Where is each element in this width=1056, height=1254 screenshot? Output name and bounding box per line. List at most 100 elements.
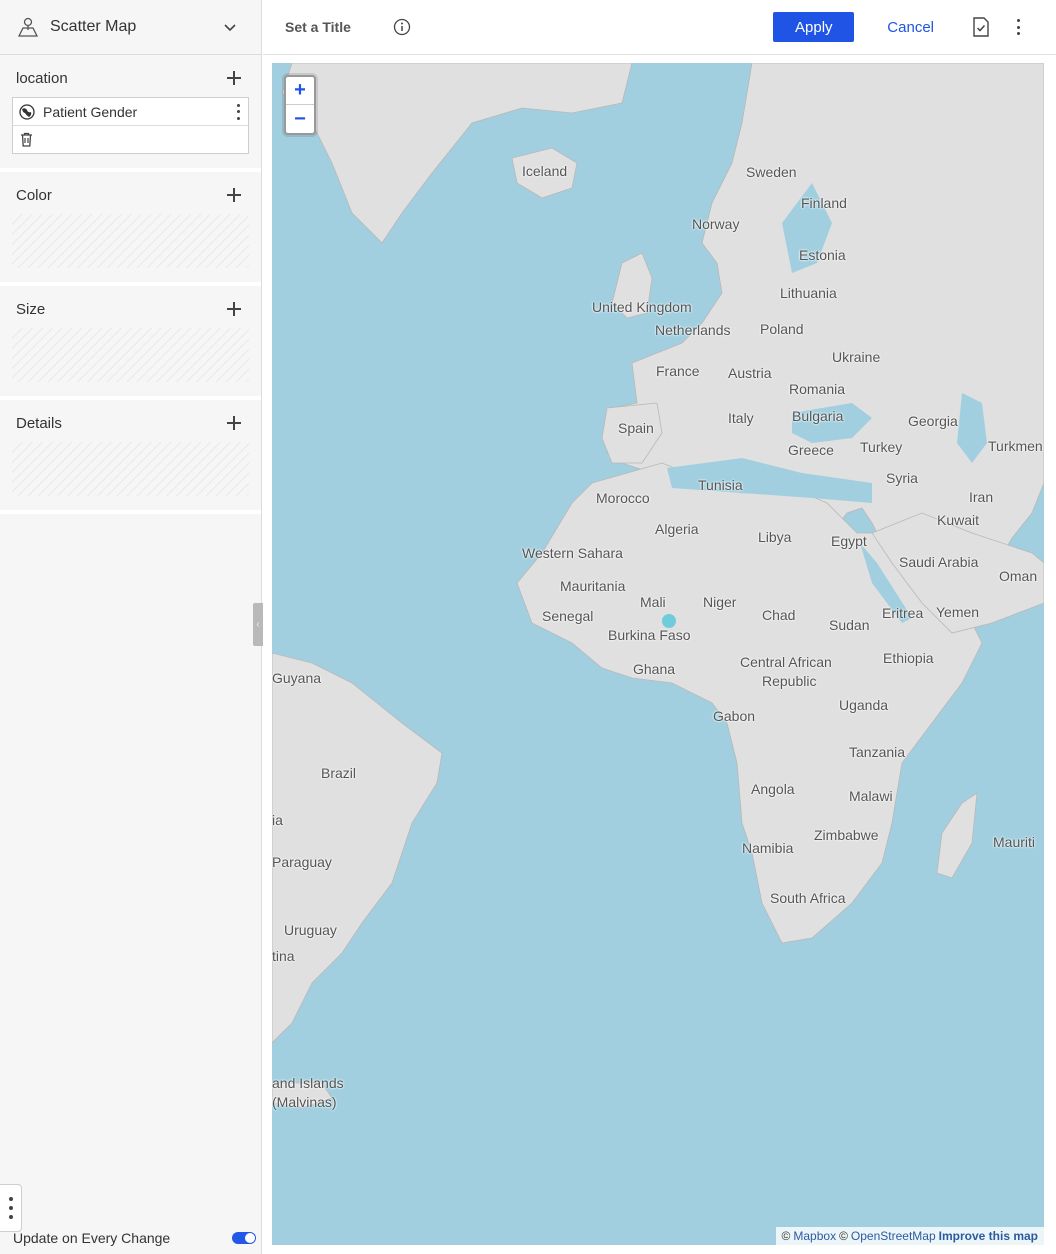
trash-icon[interactable] [20,132,33,147]
map-label: Eritrea [882,605,924,621]
map-label: Poland [760,321,804,337]
map-label: tina [272,948,295,964]
zoom-control: + − [284,75,316,135]
scatter-map[interactable]: + − Iceland Sweden Finland Norway Estoni… [272,63,1044,1245]
map-label: Austria [728,365,772,381]
map-label: Mauritania [560,578,626,594]
zoom-out-button[interactable]: − [286,105,314,133]
map-label: Sudan [829,617,870,633]
map-label: ia [272,812,283,828]
map-label: Tunisia [698,477,743,493]
globe-icon [19,103,35,120]
apply-button[interactable]: Apply [773,12,855,42]
map-label: Malawi [849,788,893,804]
map-pin-icon [17,17,39,37]
map-label: Libya [758,529,792,545]
add-color-icon[interactable] [227,188,241,202]
osm-link[interactable]: OpenStreetMap [851,1229,936,1243]
map-label: Estonia [799,247,846,263]
collapse-sidebar-icon[interactable]: ‹ [253,603,263,646]
viz-type-label: Scatter Map [50,18,137,35]
map-label: Romania [789,381,846,397]
map-label: Turkey [860,439,903,455]
remove-field-row [13,126,248,153]
map-label: Senegal [542,608,594,624]
location-field-label: Patient Gender [43,103,138,120]
copyright-symbol: © [839,1229,848,1243]
map-label: Uruguay [284,922,337,938]
map-label: Gabon [713,708,756,724]
map-label: Bulgaria [792,408,844,424]
map-label: Guyana [272,670,322,686]
color-panel: Color [0,172,261,286]
app-root: Scatter Map location Patient Gender Colo… [0,0,1056,1254]
add-size-icon[interactable] [227,302,241,316]
map-label: Angola [751,781,795,797]
drag-handle-icon[interactable] [0,1184,22,1232]
mapbox-link[interactable]: Mapbox [793,1229,836,1243]
size-panel-title: Size [16,300,46,318]
map-label: Lithuania [780,285,837,301]
update-on-change-toggle[interactable] [232,1232,256,1244]
viz-type-picker[interactable]: Scatter Map [0,0,261,55]
more-options-icon[interactable] [1016,19,1020,35]
map-label: Western Sahara [522,545,623,561]
map-label: Ghana [633,661,676,677]
map-label: Norway [692,216,740,232]
map-label: Georgia [908,413,958,429]
update-on-change-row: Update on Every Change [13,1228,256,1248]
map-label: Syria [886,470,918,486]
map-label: Kuwait [937,512,980,528]
map-label: Uganda [839,697,889,713]
add-location-icon[interactable] [227,71,241,85]
add-details-icon[interactable] [227,416,241,430]
zoom-in-button[interactable]: + [286,77,314,105]
map-label: Brazil [321,765,357,781]
details-panel-title: Details [16,414,62,432]
location-field-pill[interactable]: Patient Gender [13,98,248,126]
map-label: United Kingdom [592,299,692,315]
cancel-button[interactable]: Cancel [887,19,934,36]
color-dropzone[interactable] [12,214,249,268]
improve-map-link[interactable]: Improve this map [939,1229,1038,1243]
info-icon[interactable] [393,18,411,36]
map-label: Iceland [522,163,568,179]
map-label: Tanzania [849,744,906,760]
map-attribution: © Mapbox © OpenStreetMap Improve this ma… [775,1227,1044,1245]
map-label: Republic [762,673,817,689]
map-label: Paraguay [272,854,332,870]
map-label: Saudi Arabia [899,554,979,570]
map-label: Namibia [742,840,794,856]
size-dropzone[interactable] [12,328,249,382]
map-label: Iran [969,489,994,505]
field-menu-icon[interactable] [236,103,240,120]
chart-title-input[interactable]: Set a Title [285,19,351,35]
map-label: France [656,363,700,379]
map-label: Algeria [655,521,699,537]
save-file-icon[interactable] [972,17,990,37]
location-panel: location Patient Gender [0,55,261,172]
map-label: Morocco [596,490,650,506]
scatter-point[interactable] [662,614,676,628]
copyright-symbol: © [781,1229,791,1243]
map-label: Zimbabwe [814,827,879,843]
map-label: Netherlands [655,322,731,338]
color-panel-title: Color [16,186,52,204]
map-label: Central African [740,654,832,670]
map-label: Oman [999,568,1038,584]
map-label: Ukraine [832,349,881,365]
map-label: Turkmen [988,438,1043,454]
map-label: Finland [801,195,847,211]
details-dropzone[interactable] [12,442,249,496]
map-label: South Africa [770,890,846,906]
config-sidebar: Scatter Map location Patient Gender Colo… [0,0,262,1254]
map-label: and Islands [272,1075,344,1091]
chevron-down-icon [224,24,236,32]
map-label: Mauriti [993,834,1036,850]
map-label: Spain [618,420,654,436]
map-label: Yemen [936,604,980,620]
map-label: Mali [640,594,666,610]
map-label: (Malvinas) [272,1094,337,1110]
map-label: Egypt [831,533,867,549]
location-panel-title: location [16,69,68,87]
